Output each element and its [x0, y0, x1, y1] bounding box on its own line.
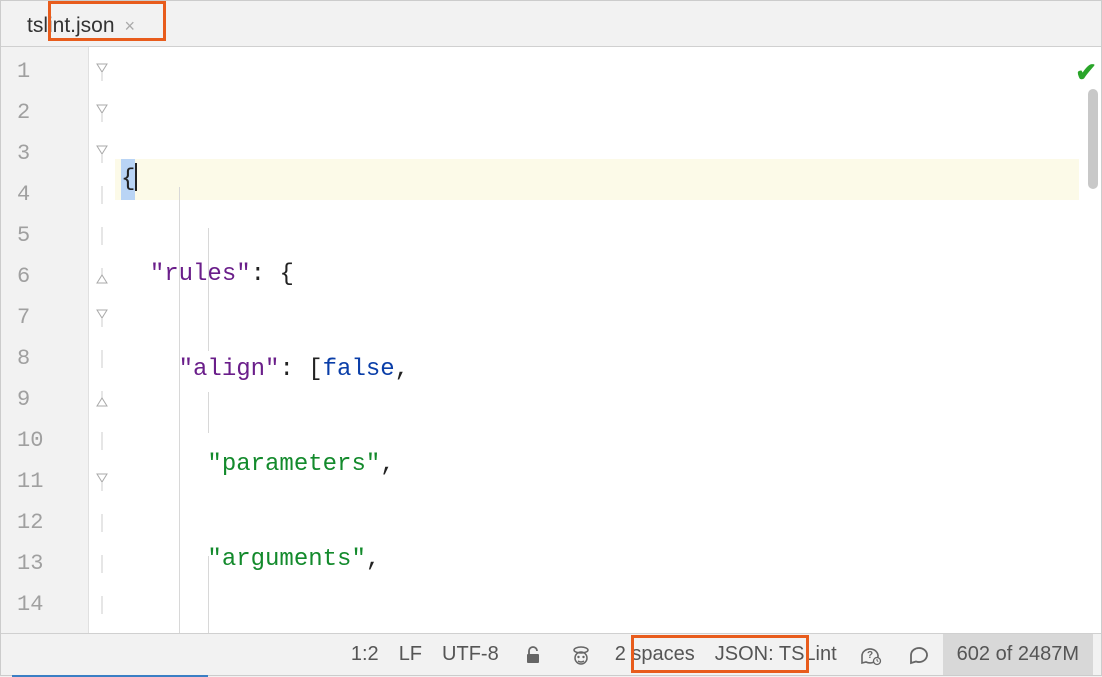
fold-toggle[interactable]: [89, 133, 115, 174]
line-number-gutter: 1 2 3 4 5 6 7 8 9 10 11 12 13 14: [1, 47, 89, 633]
editor-tab-tslint[interactable]: tslint.json ×: [13, 6, 149, 46]
line-number[interactable]: 1: [1, 51, 88, 92]
status-encoding[interactable]: UTF-8: [432, 634, 509, 675]
close-icon[interactable]: ×: [125, 16, 136, 37]
fold-toggle[interactable]: [89, 297, 115, 338]
caret: [135, 163, 137, 191]
fold-toggle[interactable]: [89, 92, 115, 133]
line-number[interactable]: 14: [1, 584, 88, 625]
tab-bar: tslint.json ×: [1, 1, 1101, 47]
line-number[interactable]: 2: [1, 92, 88, 133]
chat-icon[interactable]: [895, 634, 943, 675]
status-caret-pos[interactable]: 1:2: [341, 634, 389, 675]
fold-end[interactable]: [89, 256, 115, 297]
line-number[interactable]: 12: [1, 502, 88, 543]
status-indent[interactable]: 2 spaces: [605, 634, 705, 675]
line-number[interactable]: 7: [1, 297, 88, 338]
code-line[interactable]: "arguments",: [115, 539, 1079, 580]
fold-end[interactable]: [89, 379, 115, 420]
editor-area: 1 2 3 4 5 6 7 8 9 10 11 12 13 14 { "rule…: [1, 47, 1101, 633]
indent-guide: [208, 392, 209, 433]
status-language-widget[interactable]: JSON: TSLint: [705, 634, 847, 675]
code-line[interactable]: "align": [false,: [115, 349, 1079, 390]
fold-gutter: [89, 47, 115, 633]
status-line-sep[interactable]: LF: [389, 634, 432, 675]
line-number[interactable]: 10: [1, 420, 88, 461]
inspector-icon[interactable]: [557, 634, 605, 675]
scrollbar-thumb[interactable]: [1088, 89, 1098, 189]
status-bar: 1:2 LF UTF-8 2 spaces JSON: TSLint ? 602…: [1, 633, 1101, 675]
help-icon[interactable]: ?: [847, 634, 895, 675]
indent-guide: [179, 187, 180, 633]
line-number[interactable]: 8: [1, 338, 88, 379]
fold-toggle[interactable]: [89, 51, 115, 92]
line-number[interactable]: 5: [1, 215, 88, 256]
line-number[interactable]: 9: [1, 379, 88, 420]
line-number[interactable]: 6: [1, 256, 88, 297]
fold-toggle[interactable]: [89, 461, 115, 502]
indent-guide: [208, 228, 209, 351]
line-number[interactable]: 3: [1, 133, 88, 174]
lock-icon[interactable]: [509, 634, 557, 675]
line-number[interactable]: 4: [1, 174, 88, 215]
code-line[interactable]: "rules": {: [115, 254, 1079, 295]
line-number[interactable]: 11: [1, 461, 88, 502]
status-memory[interactable]: 602 of 2487M: [943, 634, 1093, 675]
line-number[interactable]: 13: [1, 543, 88, 584]
error-stripe[interactable]: ✔: [1079, 47, 1101, 633]
code-editor[interactable]: { "rules": { "align": [false, "parameter…: [115, 47, 1079, 633]
code-line[interactable]: "parameters",: [115, 444, 1079, 485]
indent-guide: [208, 556, 209, 633]
tab-label: tslint.json: [27, 14, 115, 38]
inspection-ok-icon[interactable]: ✔: [1075, 57, 1097, 88]
svg-text:?: ?: [867, 650, 873, 661]
code-line[interactable]: {: [115, 159, 1079, 200]
